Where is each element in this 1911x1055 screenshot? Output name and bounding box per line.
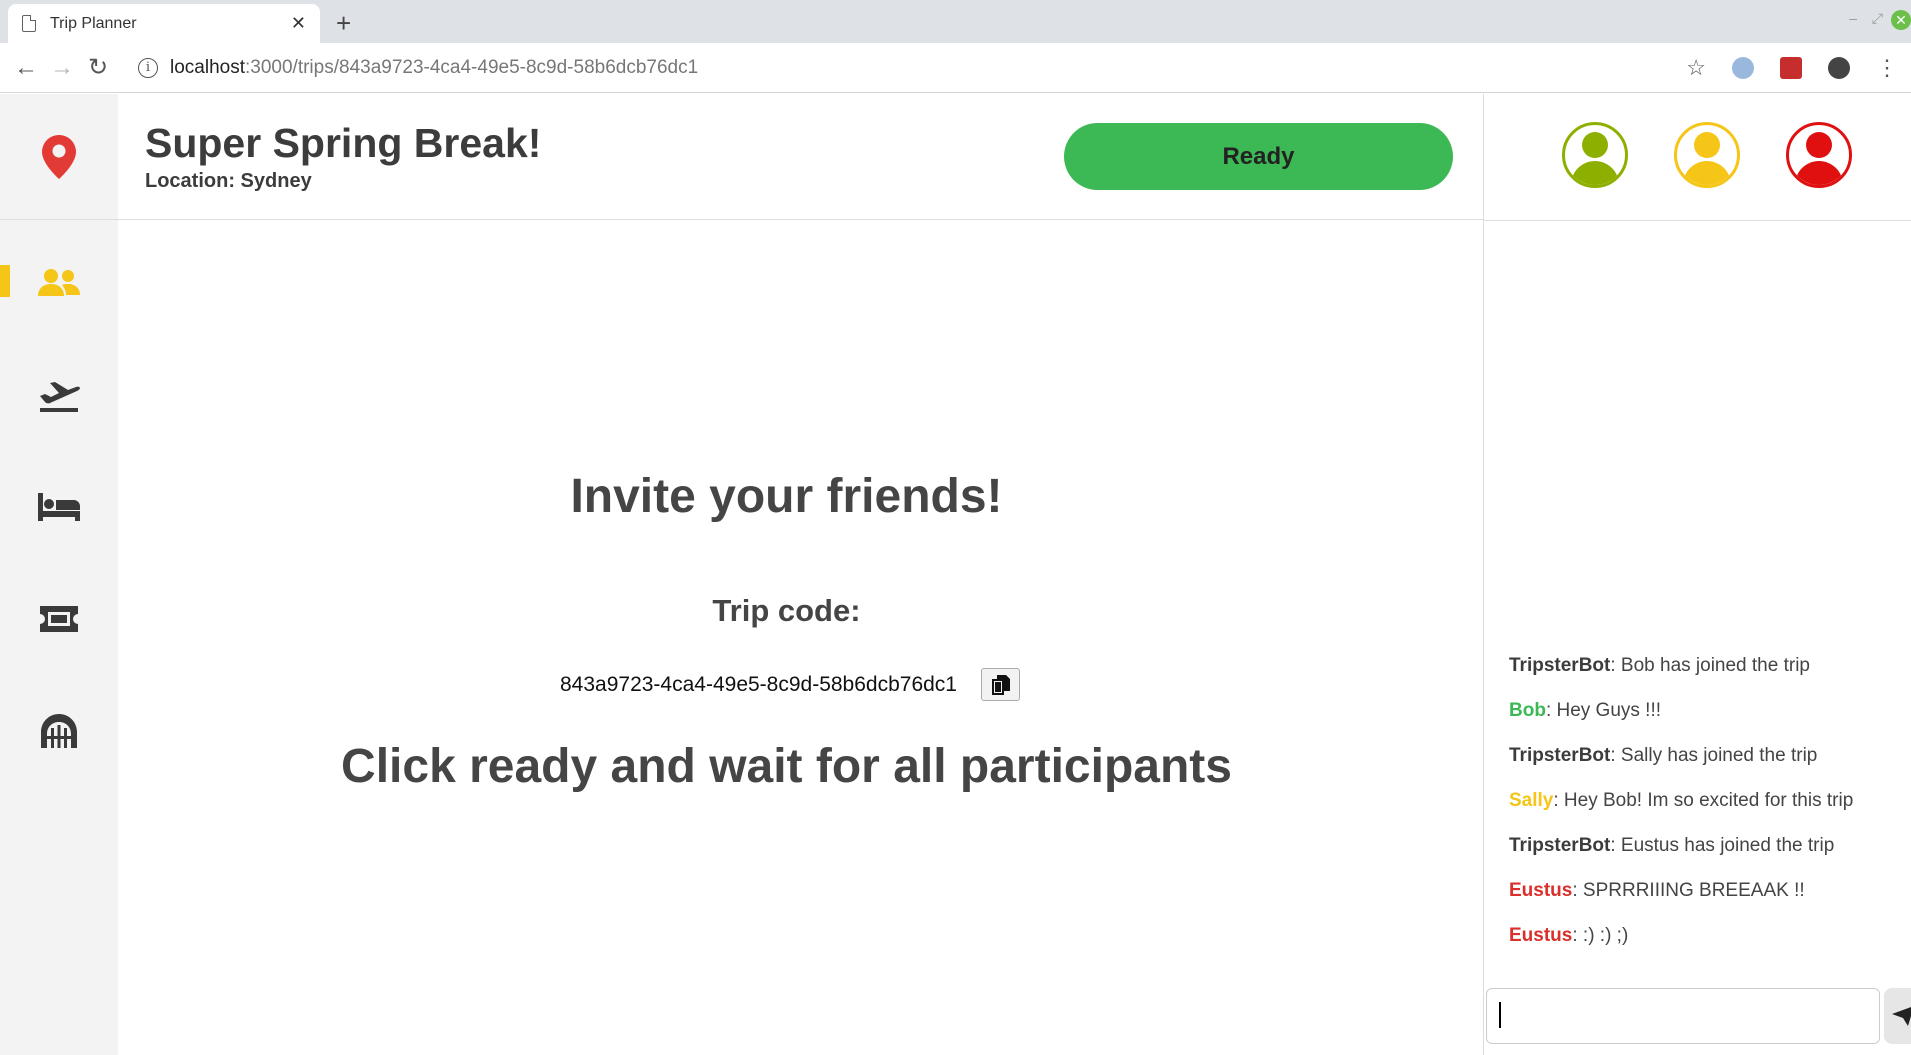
chat-input[interactable] (1486, 988, 1880, 1044)
person-icon (1694, 132, 1720, 158)
bridge-icon (41, 714, 77, 748)
text-caret (1499, 1002, 1501, 1028)
send-button[interactable] (1884, 988, 1911, 1044)
chat-message: Eustus: :) :) ;) (1509, 924, 1909, 969)
document-icon (22, 15, 36, 32)
app: Super Spring Break! Location: Sydney Rea… (0, 94, 1911, 1055)
sidebar-item-sights[interactable] (0, 701, 118, 761)
sidebar-item-flights[interactable] (0, 365, 118, 425)
chat-text: : Sally has joined the trip (1610, 745, 1818, 766)
back-button[interactable]: ← (8, 54, 44, 82)
chat-sender: Sally (1509, 790, 1554, 811)
minimize-icon[interactable]: – (1849, 10, 1857, 26)
chat-text: : Hey Bob! Im so excited for this trip (1553, 790, 1854, 811)
person-body (1571, 161, 1619, 185)
chat-message: TripsterBot: Bob has joined the trip (1509, 654, 1909, 699)
chat-message: TripsterBot: Sally has joined the trip (1509, 744, 1909, 789)
wait-message: Click ready and wait for all participant… (341, 740, 1232, 793)
person-body (1683, 161, 1731, 185)
avatar-participant-3[interactable] (1786, 122, 1852, 188)
restore-icon[interactable]: ⤢ (1872, 10, 1883, 27)
reload-button[interactable]: ↻ (80, 53, 116, 82)
profile-icon[interactable] (1828, 57, 1850, 79)
chat-text: : Bob has joined the trip (1610, 655, 1810, 676)
address-bar[interactable]: localhost:3000/trips/843a9723-4ca4-49e5-… (170, 57, 698, 79)
chat-panel: TripsterBot: Bob has joined the trip Bob… (1484, 94, 1911, 1055)
chat-text: : Hey Guys !!! (1545, 700, 1662, 721)
participants-bar (1484, 94, 1911, 221)
toolbar-actions: ☆ ⋮ (1673, 43, 1911, 93)
ready-button[interactable]: Ready (1064, 123, 1453, 190)
menu-icon[interactable]: ⋮ (1876, 55, 1898, 81)
trip-header: Super Spring Break! Location: Sydney Rea… (118, 94, 1483, 220)
bed-icon (38, 493, 80, 521)
invite-heading: Invite your friends! (570, 470, 1003, 523)
sidebar-item-activities[interactable] (0, 589, 118, 649)
main-content: Invite your friends! Trip code: 843a9723… (118, 221, 1483, 1055)
chat-text: : Eustus has joined the trip (1610, 835, 1835, 856)
chat-message: Sally: Hey Bob! Im so excited for this t… (1509, 789, 1909, 834)
trip-code-row: 843a9723-4ca4-49e5-8c9d-58b6dcb76dc1 (560, 668, 1020, 701)
tab-title: Trip Planner (50, 14, 137, 32)
chat-sender: Eustus (1509, 925, 1573, 946)
sidebar-item-lodging[interactable] (0, 477, 118, 537)
url-host: localhost (170, 56, 245, 78)
chat-text: : SPRRRIIING BREEAAK !! (1572, 880, 1805, 901)
url-path: :3000/trips/843a9723-4ca4-49e5-8c9d-58b6… (245, 56, 699, 78)
chat-sender: TripsterBot (1509, 835, 1611, 856)
forward-button[interactable]: → (44, 54, 80, 82)
person-icon (1806, 132, 1832, 158)
chat-message: Eustus: SPRRRIIING BREEAAK !! (1509, 879, 1909, 924)
browser-toolbar: ← → ↻ i localhost:3000/trips/843a9723-4c… (0, 43, 1911, 93)
window-close-icon[interactable]: ✕ (1891, 10, 1911, 30)
sidebar (0, 94, 118, 1055)
chat-text: : :) :) ;) (1572, 925, 1629, 946)
logo[interactable] (0, 94, 118, 220)
send-icon (1892, 1007, 1911, 1026)
extension-icon-red[interactable] (1780, 57, 1802, 79)
browser-tab[interactable]: Trip Planner ✕ (8, 4, 320, 43)
airplane-icon (40, 382, 80, 412)
avatar-participant-2[interactable] (1674, 122, 1740, 188)
extension-icon[interactable] (1732, 57, 1754, 79)
trip-title: Super Spring Break! (145, 120, 542, 166)
site-info-icon[interactable]: i (138, 57, 158, 78)
tab-close-icon[interactable]: ✕ (291, 13, 306, 34)
avatar-participant-1[interactable] (1562, 122, 1628, 188)
trip-location: Location: Sydney (145, 170, 312, 192)
users-icon (38, 269, 80, 296)
chat-message: TripsterBot: Eustus has joined the trip (1509, 834, 1909, 879)
chat-sender: Eustus (1509, 880, 1573, 901)
trip-code-label: Trip code: (712, 593, 861, 628)
chat-messages: TripsterBot: Bob has joined the trip Bob… (1509, 654, 1909, 969)
chat-message: Bob: Hey Guys !!! (1509, 699, 1909, 744)
copy-icon (991, 674, 1010, 695)
chat-composer (1484, 986, 1911, 1048)
bookmark-star-icon[interactable]: ☆ (1686, 55, 1706, 81)
person-icon (1582, 132, 1608, 158)
chat-sender: Bob (1509, 700, 1546, 721)
chat-sender: TripsterBot (1509, 745, 1611, 766)
ticket-icon (40, 606, 78, 632)
browser-tabstrip: Trip Planner ✕ + – ⤢ ✕ (0, 0, 1911, 43)
sidebar-item-participants[interactable] (0, 253, 118, 313)
trip-code-value: 843a9723-4ca4-49e5-8c9d-58b6dcb76dc1 (560, 672, 957, 696)
new-tab-button[interactable]: + (336, 8, 351, 39)
copy-code-button[interactable] (981, 668, 1020, 701)
person-body (1795, 161, 1843, 185)
location-pin-icon (42, 134, 76, 179)
chat-sender: TripsterBot (1509, 655, 1611, 676)
